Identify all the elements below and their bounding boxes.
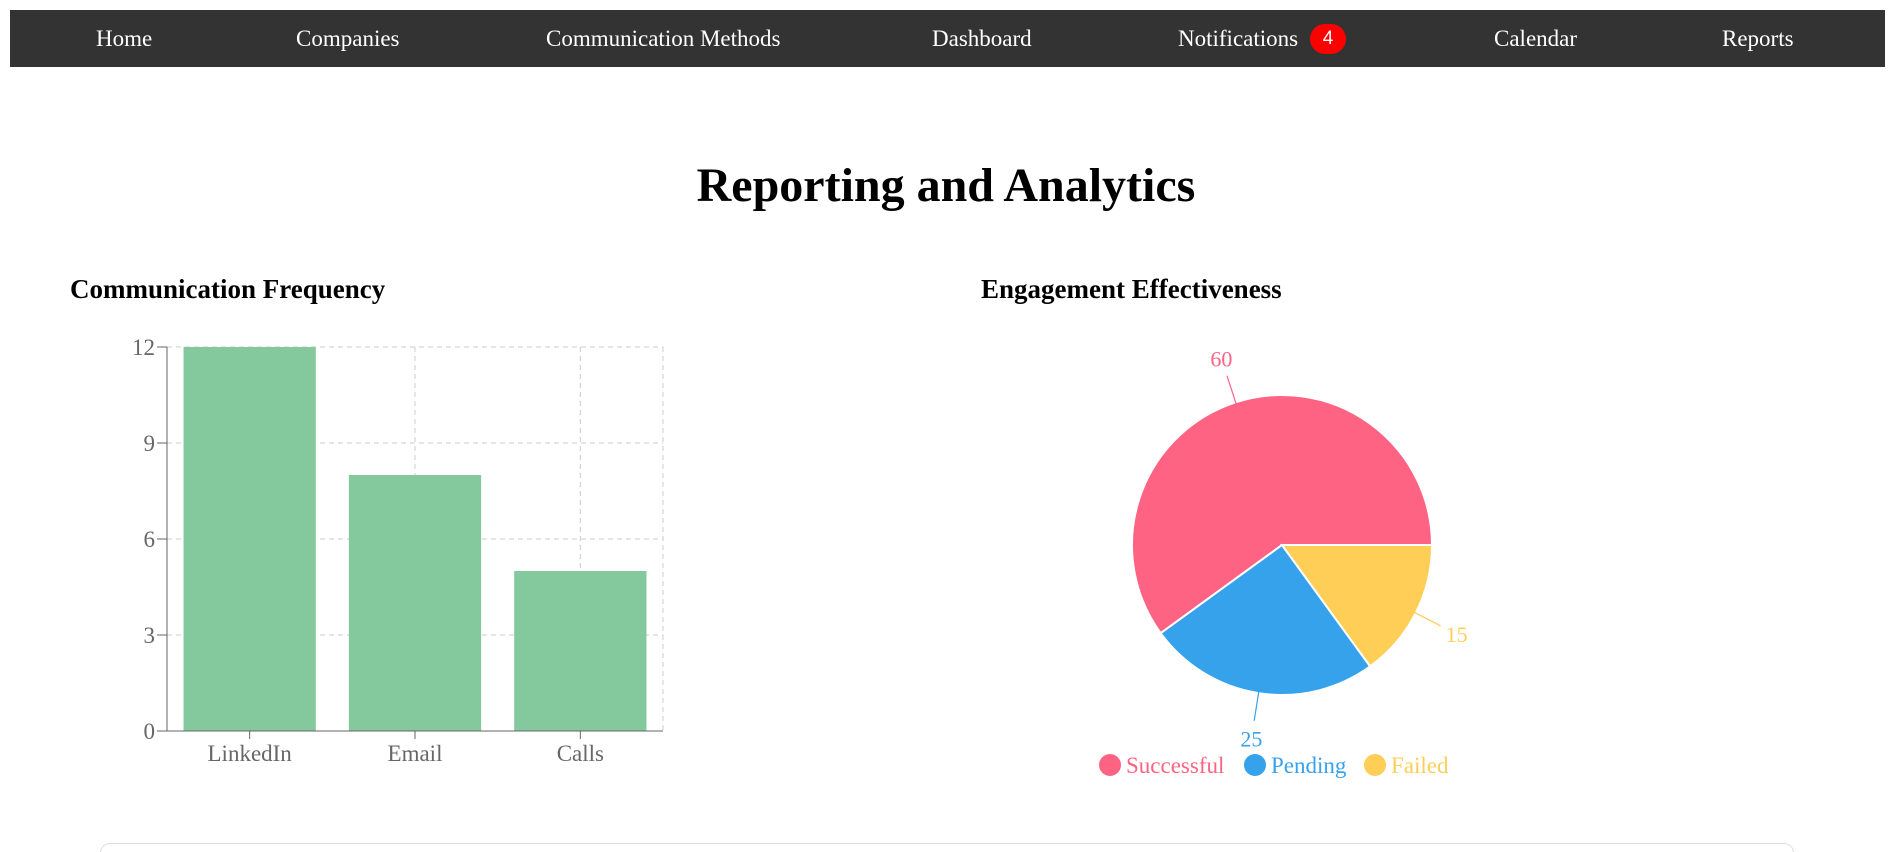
legend-swatch-pending bbox=[1244, 754, 1266, 776]
legend-label-successful: Successful bbox=[1126, 753, 1224, 778]
pie-leader-line bbox=[1253, 691, 1260, 721]
pie-leader-line bbox=[1413, 611, 1441, 627]
legend-swatch-successful bbox=[1099, 754, 1121, 776]
legend-swatch-failed bbox=[1364, 754, 1386, 776]
engagement-effectiveness-pie-chart: 60 25 15 Successful Pending Failed bbox=[1099, 347, 1468, 778]
pie-value-label: 60 bbox=[1210, 347, 1232, 372]
pie-value-label: 25 bbox=[1240, 727, 1262, 752]
legend-label-pending: Pending bbox=[1271, 753, 1347, 778]
page: Home Companies Communication Methods Das… bbox=[0, 0, 1892, 852]
legend-label-failed: Failed bbox=[1391, 753, 1449, 778]
bottom-panel bbox=[100, 843, 1794, 852]
pie-leader-line bbox=[1226, 375, 1237, 405]
pie-value-label: 15 bbox=[1446, 622, 1468, 647]
